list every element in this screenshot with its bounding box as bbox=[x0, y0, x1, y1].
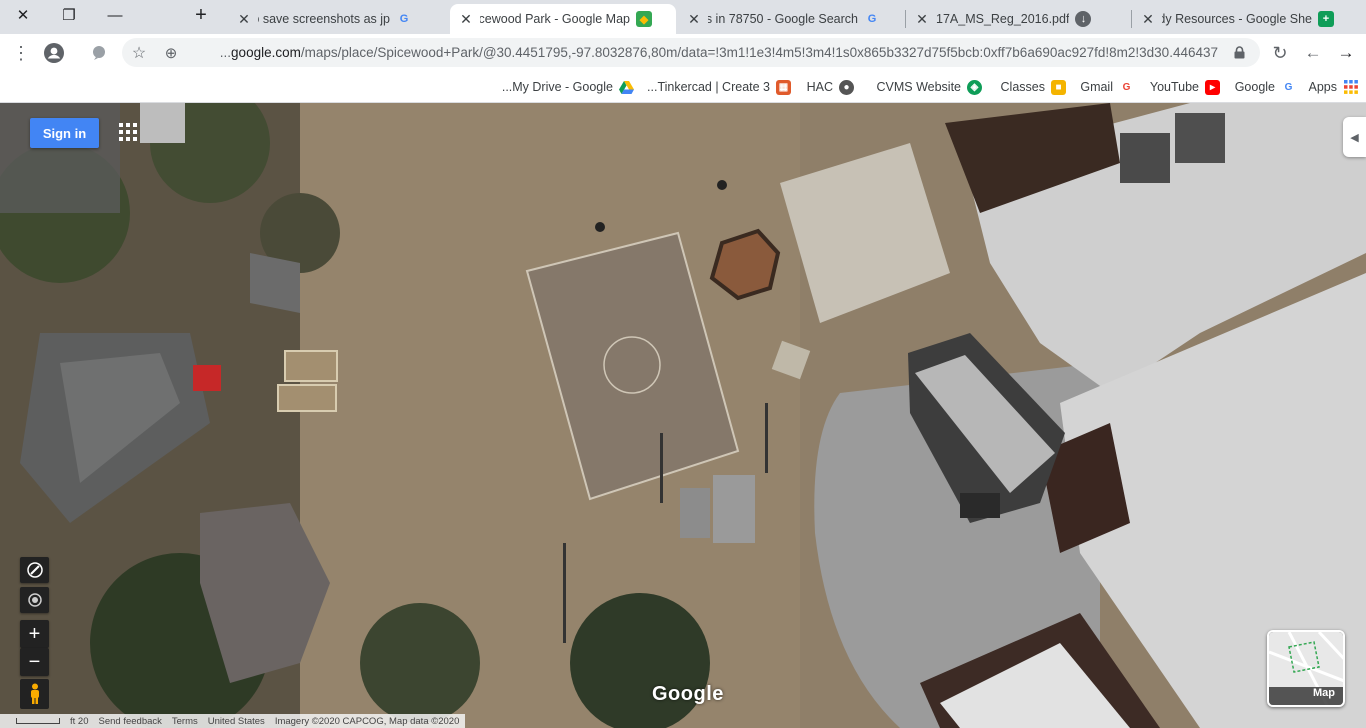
apps-grid-icon bbox=[1343, 80, 1358, 95]
map-layer-toggle[interactable]: Map bbox=[1267, 630, 1345, 707]
scale-label[interactable]: 20 ft bbox=[70, 716, 89, 727]
close-tab-icon[interactable]: ✕ bbox=[236, 11, 252, 27]
tab-screenshots[interactable]: G how to save screenshots as jp ✕ bbox=[228, 4, 420, 34]
sign-in-button[interactable]: Sign in bbox=[30, 118, 99, 148]
tab-title: parks in 78750 - Google Search bbox=[708, 12, 858, 26]
google-icon: G bbox=[1122, 81, 1131, 93]
back-icon[interactable]: → bbox=[1333, 40, 1359, 66]
add-to-page-icon[interactable]: ⊕ bbox=[158, 40, 184, 66]
google-logo: Google bbox=[652, 683, 724, 705]
sheets-icon: + bbox=[1318, 11, 1334, 27]
tab-study-resources[interactable]: + Study Resources - Google She ✕ bbox=[1132, 4, 1360, 34]
google-icon: G bbox=[1284, 81, 1293, 93]
drive-icon bbox=[619, 80, 634, 95]
minimize-window-icon[interactable]: — bbox=[100, 4, 130, 26]
bookmark-label: Gmail bbox=[1080, 80, 1113, 94]
imagery-attribution: Imagery ©2020 CAPCOG, Map data ©2020 bbox=[274, 715, 460, 727]
google-icon: G bbox=[399, 13, 409, 25]
bookmark-star-icon[interactable]: ☆ bbox=[126, 40, 152, 66]
classroom-icon: ■ bbox=[1051, 79, 1066, 95]
pdf-icon: ↓ bbox=[1075, 11, 1092, 27]
map-layer-label: Map bbox=[1313, 687, 1335, 699]
tab-title: Spicewood Park - Google Map bbox=[480, 12, 630, 26]
google-icon: G bbox=[867, 13, 877, 25]
scale-bar bbox=[16, 718, 60, 724]
forward-icon[interactable]: ← bbox=[1300, 40, 1326, 66]
url-text: google.com/maps/place/Spicewood+Park/@30… bbox=[219, 45, 1218, 60]
tab-pdf[interactable]: ↓ 17A_MS_Reg_2016.pdf ✕ bbox=[906, 4, 1130, 34]
reload-icon[interactable]: ↻ bbox=[1267, 40, 1293, 66]
send-feedback-link[interactable]: Send feedback bbox=[99, 716, 162, 727]
bookmark-apps[interactable]: Apps bbox=[1309, 77, 1359, 97]
map-footer: Imagery ©2020 CAPCOG, Map data ©2020 Uni… bbox=[0, 714, 466, 728]
satellite-imagery bbox=[0, 103, 1366, 728]
restore-window-icon[interactable]: ❐ bbox=[54, 4, 84, 26]
tab-title: how to save screenshots as jp bbox=[258, 12, 390, 26]
bookmark-youtube[interactable]: ▸ YouTube bbox=[1150, 77, 1220, 97]
terms-link[interactable]: Terms bbox=[172, 716, 198, 727]
my-location-icon[interactable] bbox=[20, 587, 49, 613]
bookmark-cvms[interactable]: ◈ CVMS Website bbox=[876, 77, 982, 97]
profile-icon[interactable] bbox=[41, 40, 67, 66]
google-apps-icon[interactable] bbox=[119, 123, 137, 141]
youtube-icon: ▸ bbox=[1205, 79, 1220, 95]
bookmark-label: Apps bbox=[1308, 80, 1338, 94]
tab-strip: ✕ ❐ — + G how to save screenshots as jp … bbox=[0, 0, 1366, 34]
close-window-icon[interactable]: ✕ bbox=[8, 4, 38, 26]
close-tab-icon[interactable]: ✕ bbox=[1140, 11, 1156, 27]
bookmark-gmail[interactable]: G Gmail bbox=[1080, 77, 1134, 97]
more-menu-icon[interactable]: ⋮ bbox=[8, 40, 34, 66]
satellite-map[interactable]: Sign in ◀ + − Map Google Imagery ©2020 C… bbox=[0, 103, 1366, 728]
tab-title: Study Resources - Google She bbox=[1162, 12, 1312, 26]
maps-icon: ◆ bbox=[636, 11, 652, 27]
bookmark-label: Classes bbox=[1000, 80, 1045, 94]
school-icon: ◈ bbox=[967, 79, 982, 95]
address-bar[interactable]: ☆ ⊕ google.com/maps/place/Spicewood+Park… bbox=[122, 38, 1260, 67]
expand-panel-icon[interactable]: ◀ bbox=[1343, 117, 1366, 157]
bookmark-label: My Drive - Google... bbox=[501, 80, 613, 94]
bookmark-label: HAC bbox=[806, 80, 833, 94]
bookmark-google[interactable]: G Google bbox=[1235, 77, 1296, 97]
bookmark-hac[interactable]: ● HAC bbox=[807, 77, 854, 97]
bookmark-label: CVMS Website bbox=[876, 80, 961, 94]
compass-icon[interactable] bbox=[20, 557, 49, 583]
close-tab-icon[interactable]: ✕ bbox=[458, 11, 474, 27]
bookmark-label: YouTube bbox=[1149, 80, 1199, 94]
bookmark-tinkercad[interactable]: ▦ Tinkercad | Create 3... bbox=[647, 77, 791, 97]
tab-title: 17A_MS_Reg_2016.pdf bbox=[936, 12, 1070, 26]
zoom-in-button[interactable]: + bbox=[20, 620, 49, 648]
bookmark-classes[interactable]: ■ Classes bbox=[1001, 77, 1066, 97]
lock-icon[interactable] bbox=[1226, 39, 1252, 65]
bookmarks-bar: Apps G Google ▸ YouTube G Gmail ■ Classe… bbox=[0, 71, 1366, 103]
tab-spicewood-park[interactable]: ◆ Spicewood Park - Google Map ✕ bbox=[450, 4, 676, 34]
hac-icon: ● bbox=[839, 79, 854, 95]
pegman-street-view-icon[interactable] bbox=[20, 679, 49, 709]
close-tab-icon[interactable]: ✕ bbox=[686, 11, 702, 27]
region-link[interactable]: United States bbox=[208, 716, 265, 727]
extension-icon[interactable] bbox=[86, 40, 112, 66]
zoom-out-button[interactable]: − bbox=[20, 648, 49, 676]
close-tab-icon[interactable]: ✕ bbox=[914, 11, 930, 27]
bookmark-label: Tinkercad | Create 3... bbox=[647, 80, 770, 94]
tab-parks-search[interactable]: G parks in 78750 - Google Search ✕ bbox=[678, 4, 904, 34]
new-tab-icon[interactable]: + bbox=[186, 4, 216, 26]
tinkercad-icon: ▦ bbox=[776, 79, 791, 95]
bookmark-my-drive[interactable]: My Drive - Google... bbox=[502, 77, 634, 97]
bookmark-label: Google bbox=[1234, 80, 1275, 94]
